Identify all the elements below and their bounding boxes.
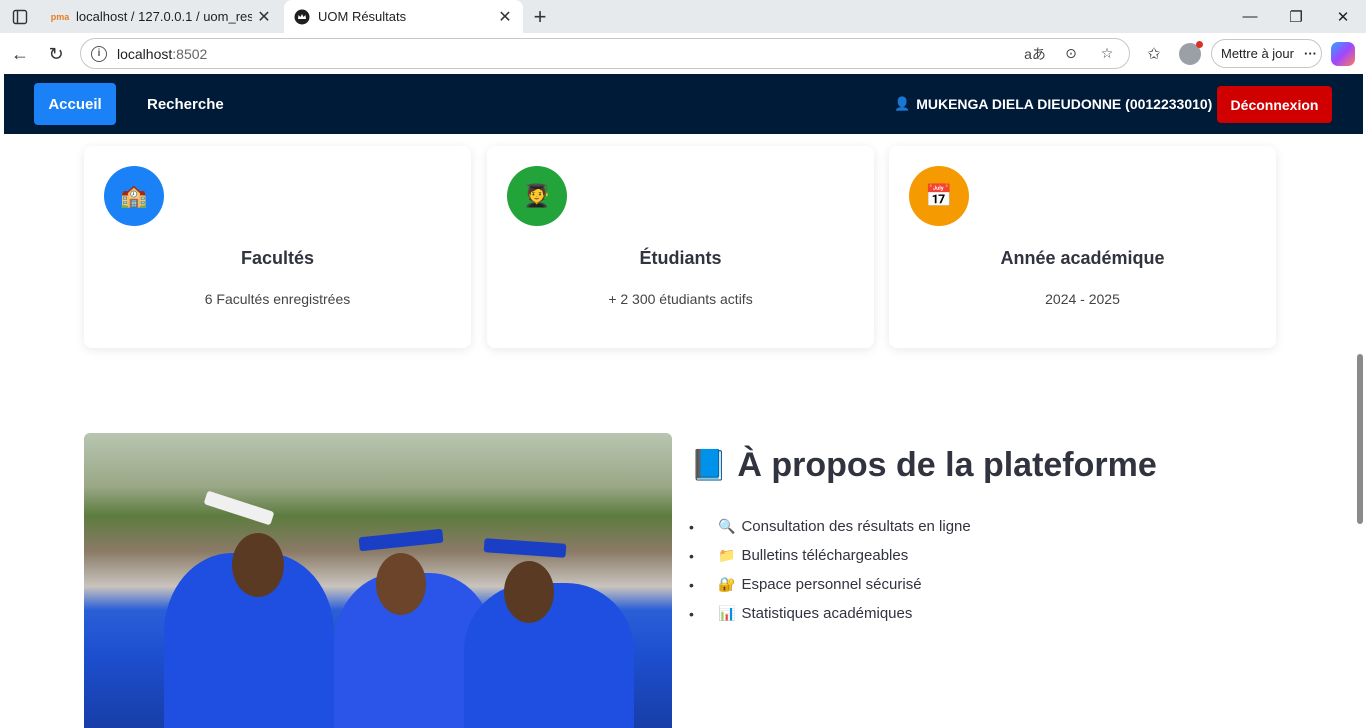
list-item: 🔐Espace personnel sécurisé <box>689 570 971 599</box>
copilot-icon[interactable] <box>1331 42 1355 66</box>
tab-actions-icon[interactable] <box>8 6 32 28</box>
update-label: Mettre à jour <box>1221 46 1294 61</box>
stat-card-faculties: 🏫 Facultés 6 Facultés enregistrées <box>84 146 471 348</box>
folder-icon: 📁 <box>718 547 736 563</box>
school-icon: 🏫 <box>104 166 164 226</box>
notification-dot <box>1196 41 1203 48</box>
about-heading: 📘 À propos de la plateforme <box>690 446 1157 485</box>
favorite-star-icon[interactable]: ☆ <box>1093 42 1121 66</box>
list-item: 📊Statistiques académiques <box>689 599 971 628</box>
current-user: 👤 MUKENGA DIELA DIEUDONNE (0012233010) <box>894 83 1212 125</box>
page-scrollbar[interactable] <box>1357 354 1363 524</box>
browser-tab-strip: pma localhost / 127.0.0.1 / uom_result: … <box>0 0 1366 33</box>
list-item: 📁Bulletins téléchargeables <box>689 541 971 570</box>
features-list: 🔍Consultation des résultats en ligne 📁Bu… <box>689 512 971 628</box>
site-info-icon[interactable]: i <box>91 45 107 62</box>
card-value: 2024 - 2025 <box>1045 291 1120 307</box>
stat-card-students: 🧑‍🎓 Étudiants + 2 300 étudiants actifs <box>487 146 874 348</box>
tab-title: localhost / 127.0.0.1 / uom_result: <box>76 9 252 24</box>
favorites-icon[interactable]: ✩ <box>1141 42 1167 66</box>
browser-toolbar: ← ↻ i localhost:8502 aあ ⊙ ☆ ✩ Mettre à j… <box>0 33 1366 74</box>
close-window-icon[interactable]: ✕ <box>1320 0 1366 33</box>
nav-home-button[interactable]: Accueil <box>34 83 116 125</box>
tab-title: UOM Résultats <box>318 9 407 24</box>
back-icon[interactable]: ← <box>6 40 34 68</box>
nav-search-link[interactable]: Recherche <box>147 83 224 125</box>
restore-icon[interactable]: ❐ <box>1273 0 1319 33</box>
browser-tab-phpmyadmin[interactable]: pma localhost / 127.0.0.1 / uom_result: … <box>44 0 282 33</box>
new-tab-icon[interactable]: + <box>528 4 552 29</box>
top-navbar: Accueil Recherche 👤 MUKENGA DIELA DIEUDO… <box>4 74 1363 134</box>
graduates-photo <box>84 433 672 728</box>
browser-tab-uom[interactable]: UOM Résultats ✕ <box>284 0 523 33</box>
stat-card-academic-year: 📅 Année académique 2024 - 2025 <box>889 146 1276 348</box>
card-value: + 2 300 étudiants actifs <box>608 291 753 307</box>
read-aloud-icon[interactable]: aあ <box>1021 42 1049 66</box>
more-menu-icon[interactable]: ··· <box>1304 46 1317 61</box>
phpmyadmin-icon: pma <box>50 11 70 22</box>
address-bar[interactable]: i localhost:8502 aあ ⊙ ☆ <box>80 38 1130 69</box>
user-name: MUKENGA DIELA DIEUDONNE (0012233010) <box>916 96 1213 112</box>
about-title: À propos de la plateforme <box>737 446 1157 484</box>
calendar-icon: 📅 <box>909 166 969 226</box>
profile-avatar[interactable] <box>1179 41 1203 65</box>
list-item: 🔍Consultation des résultats en ligne <box>689 512 971 541</box>
card-title: Année académique <box>1000 248 1165 268</box>
lock-icon: 🔐 <box>718 576 736 592</box>
bar-chart-icon: 📊 <box>718 605 736 621</box>
minimize-icon[interactable]: — <box>1227 0 1273 33</box>
card-title: Facultés <box>240 248 315 268</box>
update-button[interactable]: Mettre à jour ··· <box>1211 39 1322 68</box>
more-tools-icon[interactable]: ⊙ <box>1057 42 1085 66</box>
magnifier-icon: 🔍 <box>718 518 736 534</box>
url-text: localhost:8502 <box>117 45 208 62</box>
logout-button[interactable]: Déconnexion <box>1217 86 1332 123</box>
card-title: Étudiants <box>639 248 722 268</box>
graduate-icon: 🧑‍🎓 <box>507 166 567 226</box>
user-icon: 👤 <box>894 96 911 111</box>
card-value: 6 Facultés enregistrées <box>204 291 351 307</box>
app-viewport: Accueil Recherche 👤 MUKENGA DIELA DIEUDO… <box>4 74 1363 728</box>
book-icon: 📘 <box>690 449 728 482</box>
reload-icon[interactable]: ↻ <box>42 40 70 68</box>
close-tab-icon[interactable]: ✕ <box>252 5 276 29</box>
crown-icon <box>294 9 310 25</box>
close-tab-icon[interactable]: ✕ <box>493 5 517 29</box>
